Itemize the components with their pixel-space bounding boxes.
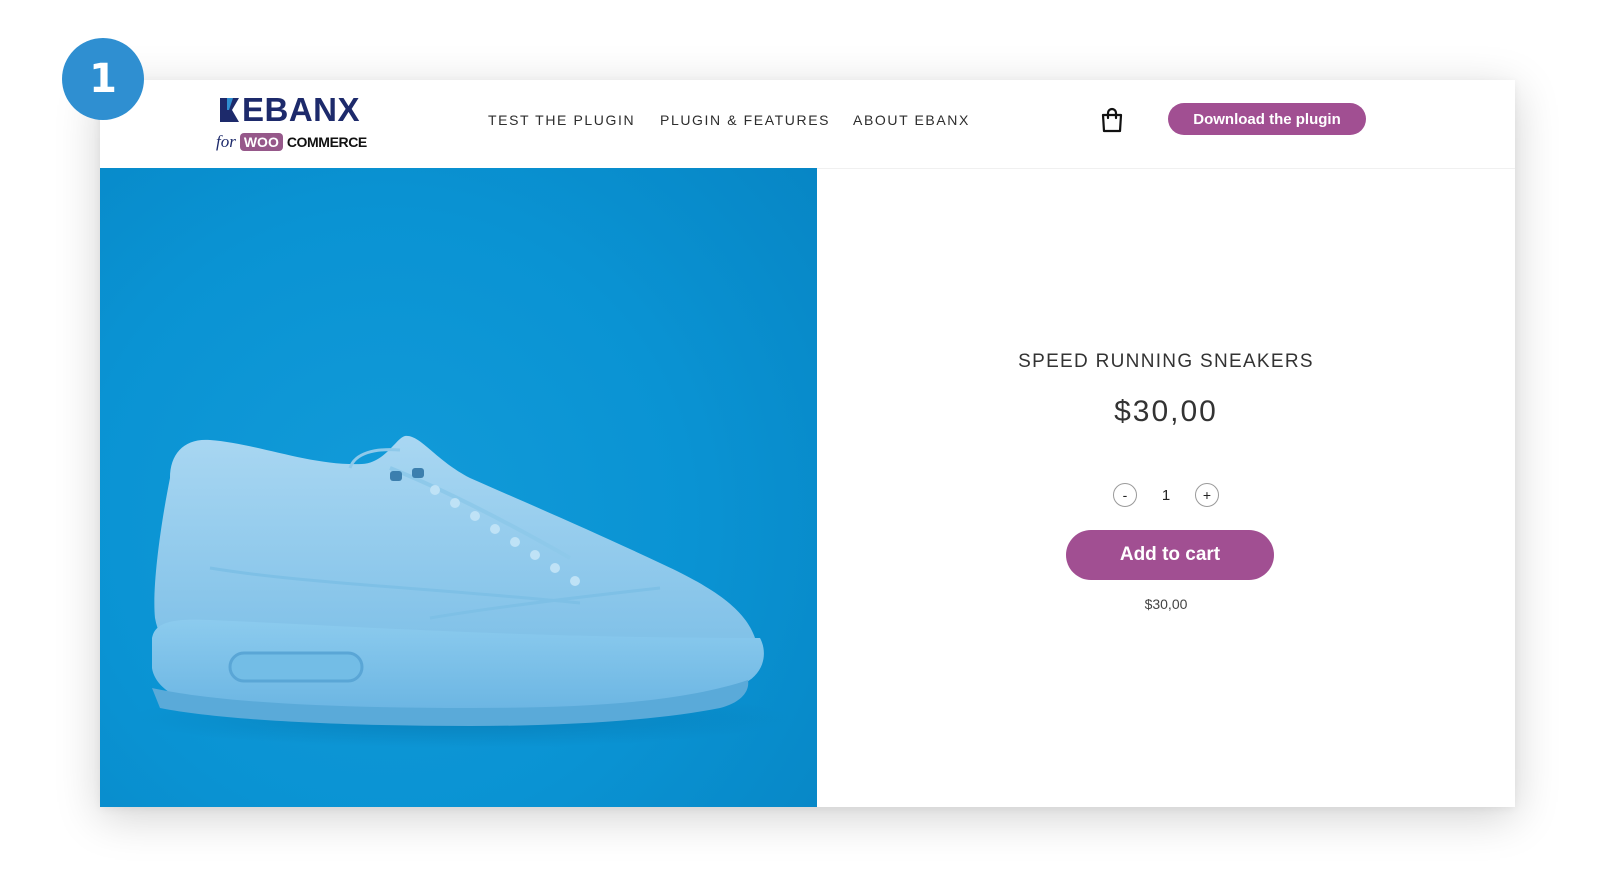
logo-for-text: for: [216, 132, 236, 151]
browser-page: EBANX for WOO COMMERCE TEST THE PLUGIN P…: [100, 80, 1515, 807]
shopping-bag-icon[interactable]: [1100, 107, 1124, 133]
nav-link-plugin-features[interactable]: PLUGIN & FEATURES: [660, 112, 830, 128]
logo-woo-badge: WOO: [239, 133, 283, 151]
add-to-cart-button[interactable]: Add to cart: [1066, 530, 1274, 580]
quantity-stepper: - 1 +: [817, 483, 1515, 507]
decrement-button[interactable]: -: [1113, 483, 1137, 507]
ebanx-flag-icon: [220, 98, 239, 122]
product-price: $30,00: [1114, 395, 1218, 428]
logo-commerce-text: COMMERCE: [286, 134, 367, 150]
increment-button[interactable]: +: [1195, 483, 1219, 507]
sneaker-illustration: [130, 435, 790, 748]
nav-link-test-the-plugin[interactable]: TEST THE PLUGIN: [488, 112, 635, 128]
quantity-value[interactable]: 1: [1159, 487, 1173, 504]
nav-link-about-ebanx[interactable]: ABOUT EBANX: [853, 112, 970, 128]
ebanx-woocommerce-logo[interactable]: EBANX for WOO COMMERCE: [216, 92, 370, 154]
site-header: EBANX for WOO COMMERCE TEST THE PLUGIN P…: [100, 80, 1515, 169]
logo-subline: for WOO COMMERCE: [216, 132, 367, 152]
product-details: SPEED RUNNING SNEAKERS $30,00 - 1 + Add …: [817, 168, 1515, 807]
download-plugin-button[interactable]: Download the plugin: [1168, 103, 1366, 135]
product-image: [100, 168, 817, 807]
product-title: SPEED RUNNING SNEAKERS: [1018, 351, 1314, 372]
step-number-badge: 1: [62, 38, 144, 120]
logo-brand-text: EBANX: [242, 91, 361, 128]
logo-main-row: EBANX: [220, 92, 360, 128]
subtotal-price: $30,00: [1144, 596, 1188, 612]
